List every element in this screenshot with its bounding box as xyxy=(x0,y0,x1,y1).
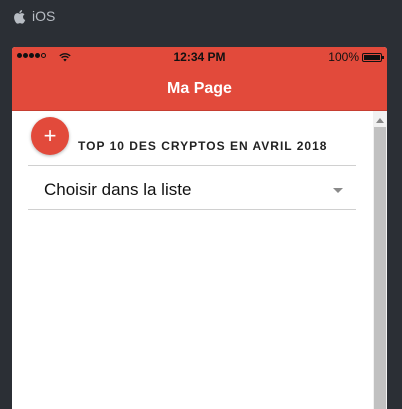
page-title: Ma Page xyxy=(167,80,232,97)
battery-icon xyxy=(362,52,384,62)
scrollbar-thumb[interactable] xyxy=(374,127,386,409)
battery-percent: 100% xyxy=(328,50,359,64)
scrollbar[interactable] xyxy=(373,111,387,409)
divider xyxy=(28,165,356,166)
section-title: TOP 10 DES CRYPTOS EN AVRIL 2018 xyxy=(78,139,328,153)
scroll-up-arrow-icon[interactable] xyxy=(376,118,384,123)
add-button[interactable]: + xyxy=(31,117,69,155)
apple-icon xyxy=(14,9,26,24)
platform-label: iOS xyxy=(32,8,56,24)
navigation-bar: Ma Page xyxy=(12,67,387,111)
battery-status: 100% xyxy=(328,50,384,64)
picker-placeholder: Choisir dans la liste xyxy=(44,180,192,199)
phone-screen: 12:34 PM 100% Ma Page + TOP 10 DES CRYPT… xyxy=(12,47,387,409)
navbar-divider xyxy=(12,110,387,111)
platform-indicator: iOS xyxy=(12,7,55,25)
picker-underline xyxy=(28,209,356,210)
chevron-down-icon[interactable] xyxy=(333,188,343,193)
status-bar: 12:34 PM 100% xyxy=(12,47,387,67)
